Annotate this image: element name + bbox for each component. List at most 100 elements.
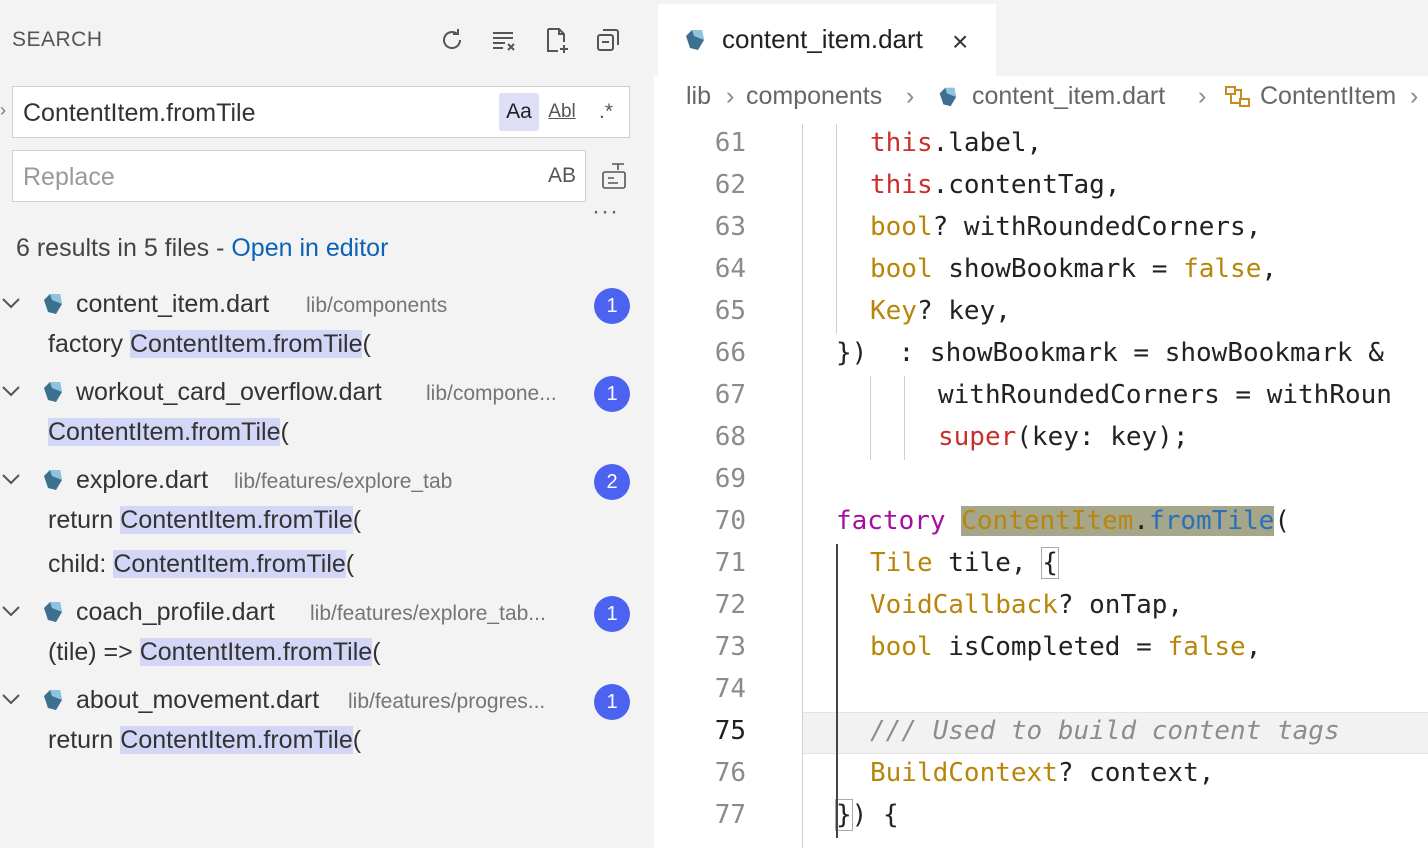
result-match-line[interactable]: return ContentItem.fromTile(: [48, 726, 361, 762]
code-area[interactable]: 61 this.label, 62 this.contentTag, 63 bool? w…: [654, 124, 1428, 848]
tab-content-item[interactable]: content_item.dart ×: [658, 4, 996, 76]
code-line[interactable]: 65 Key? key,: [654, 292, 1428, 334]
code-line[interactable]: 71 Tile tile, {: [654, 544, 1428, 586]
preserve-case-toggle[interactable]: AB: [543, 157, 581, 195]
code-token: bool: [870, 632, 933, 662]
code-token: withRoundedCorners = withRoun: [938, 380, 1392, 410]
match-prefix: factory: [48, 330, 130, 358]
result-file-row[interactable]: coach_profile.dart lib/features/explore_t…: [0, 596, 640, 636]
code-text: withRoundedCorners = withRoun: [938, 380, 1392, 410]
new-search-editor-icon[interactable]: [538, 22, 574, 58]
result-match-line[interactable]: factory ContentItem.fromTile(: [48, 330, 371, 366]
line-number: 73: [714, 632, 746, 662]
collapse-all-icon[interactable]: [590, 22, 626, 58]
indent-guide: [870, 376, 871, 460]
refresh-icon[interactable]: [434, 22, 470, 58]
breadcrumb-file[interactable]: content_item.dart: [972, 82, 1165, 111]
line-number: 64: [714, 254, 746, 284]
code-line[interactable]: 77}) {: [654, 796, 1428, 838]
code-line[interactable]: 70 factory ContentItem.fromTile(: [654, 502, 1428, 544]
breadcrumb-class[interactable]: ContentItem: [1260, 82, 1396, 111]
code-token: .contentTag,: [932, 170, 1121, 200]
result-match-line[interactable]: ContentItem.fromTile(: [48, 418, 289, 454]
match-count-badge: 1: [594, 684, 630, 720]
replace-input[interactable]: Replace AB: [12, 150, 586, 202]
replace-placeholder: Replace: [23, 163, 115, 191]
code-line[interactable]: 74: [654, 670, 1428, 712]
search-sidebar: SEARCH › ContentItem.fromTile Aa Abl .* …: [0, 0, 654, 848]
breadcrumb: lib › components › content_item.dart › C…: [654, 76, 1428, 118]
code-token: .: [932, 128, 949, 158]
code-token: }) : showBookmark = showBookmark &: [836, 338, 1384, 368]
code-line[interactable]: 68 super(key: key);: [654, 418, 1428, 460]
line-number: 71: [714, 548, 746, 578]
chevron-right-icon: ›: [726, 82, 735, 110]
replace-all-icon[interactable]: [600, 160, 632, 192]
tab-bar: content_item.dart ×: [654, 0, 1428, 76]
code-line[interactable]: 61 this.label,: [654, 124, 1428, 166]
chevron-down-icon[interactable]: [0, 688, 22, 710]
code-line[interactable]: 62 this.contentTag,: [654, 166, 1428, 208]
line-number: 69: [714, 464, 746, 494]
result-file-row[interactable]: content_item.dart lib/components 1: [0, 288, 640, 328]
breadcrumb-components[interactable]: components: [746, 82, 882, 111]
result-file-path: lib/compone...: [426, 382, 557, 405]
match-case-toggle[interactable]: Aa: [499, 93, 539, 131]
code-line[interactable]: 76 BuildContext? context,: [654, 754, 1428, 796]
match-count-badge: 1: [594, 596, 630, 632]
code-line[interactable]: 63 bool? withRoundedCorners,: [654, 208, 1428, 250]
code-editor: content_item.dart × lib › components › c…: [654, 0, 1428, 848]
regex-toggle[interactable]: .*: [589, 93, 623, 131]
match-suffix: (: [362, 330, 371, 358]
clear-results-icon[interactable]: [486, 22, 522, 58]
search-input-value: ContentItem.fromTile: [23, 99, 256, 127]
sidebar-title: SEARCH: [12, 28, 103, 51]
match-suffix: (: [352, 726, 362, 754]
result-match-line[interactable]: return ContentItem.fromTile(: [48, 506, 361, 542]
result-file-row[interactable]: workout_card_overflow.dart lib/compone...…: [0, 376, 640, 416]
result-file-row[interactable]: explore.dart lib/features/explore_tab 2: [0, 464, 640, 504]
code-token: ,: [1245, 632, 1262, 662]
code-line[interactable]: 66 }) : showBookmark = showBookmark &: [654, 334, 1428, 376]
line-number: 66: [714, 338, 746, 368]
code-token: showBookmark =: [932, 254, 1184, 284]
code-token: bool: [870, 254, 933, 284]
code-line[interactable]: 75 /// Used to build content tags: [654, 712, 1428, 754]
result-match-line[interactable]: child: ContentItem.fromTile(: [48, 550, 354, 586]
code-line[interactable]: 72 VoidCallback? onTap,: [654, 586, 1428, 628]
line-number: 74: [714, 674, 746, 704]
dart-file-icon: [44, 470, 62, 490]
match-highlight: ContentItem.fromTile: [120, 726, 353, 754]
code-line[interactable]: 67 withRoundedCorners = withRoun: [654, 376, 1428, 418]
chevron-down-icon[interactable]: [0, 380, 22, 402]
breadcrumb-lib[interactable]: lib: [686, 82, 711, 111]
result-file-row[interactable]: about_movement.dart lib/features/progres.…: [0, 684, 640, 724]
whole-word-toggle[interactable]: Abl: [545, 93, 579, 131]
close-tab-icon[interactable]: ×: [952, 26, 968, 58]
toggle-replace-icon[interactable]: ›: [0, 100, 6, 121]
code-token: false: [1183, 254, 1262, 284]
line-number: 63: [714, 212, 746, 242]
result-file-path: lib/components: [306, 294, 448, 317]
search-input[interactable]: ContentItem.fromTile Aa Abl .*: [12, 86, 630, 138]
results-count-text: 6 results in 5 files -: [16, 234, 232, 262]
code-token: ) {: [851, 800, 899, 830]
result-file-name: about_movement.dart: [76, 686, 320, 714]
result-file-path: lib/features/explore_tab: [234, 470, 453, 493]
code-line[interactable]: 69: [654, 460, 1428, 502]
chevron-down-icon[interactable]: [0, 468, 22, 490]
line-number: 61: [714, 128, 746, 158]
result-match-line[interactable]: (tile) => ContentItem.fromTile(: [48, 638, 381, 674]
match-prefix: return: [48, 506, 121, 534]
code-token: BuildContext: [870, 758, 1058, 788]
chevron-down-icon[interactable]: [0, 600, 22, 622]
chevron-down-icon[interactable]: [0, 292, 22, 314]
open-in-editor-link[interactable]: Open in editor: [231, 234, 388, 262]
line-number: 70: [714, 506, 746, 536]
match-count-badge: 2: [594, 464, 630, 500]
code-token: }: [835, 799, 853, 831]
code-line[interactable]: 64 bool showBookmark = false,: [654, 250, 1428, 292]
code-line[interactable]: 73 bool isCompleted = false,: [654, 628, 1428, 670]
more-options-icon[interactable]: ···: [592, 198, 619, 226]
